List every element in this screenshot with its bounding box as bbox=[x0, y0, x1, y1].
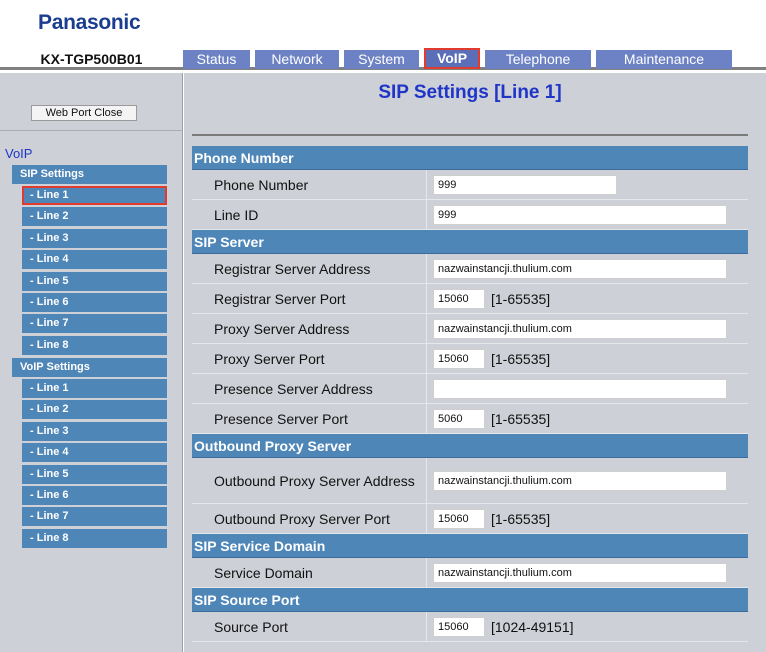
form-row: Outbound Proxy Server Address bbox=[192, 458, 748, 504]
main-tabs: Status Network System VoIP Telephone Mai… bbox=[183, 48, 766, 70]
sidebar-item-voip-line-7[interactable]: - Line 7 bbox=[22, 507, 167, 527]
form-row: Line ID bbox=[192, 200, 748, 230]
form-row: Proxy Server Port [1-65535] bbox=[192, 344, 748, 374]
form-value-cell: [1-65535] bbox=[426, 284, 748, 313]
registrar-port-label: Registrar Server Port bbox=[192, 284, 426, 313]
sidebar-item-sip-line-8[interactable]: - Line 8 bbox=[22, 335, 167, 355]
form-value-cell bbox=[426, 374, 748, 403]
form-value-cell bbox=[426, 200, 748, 229]
proxy-address-input[interactable] bbox=[433, 318, 727, 339]
form-row: Registrar Server Port [1-65535] bbox=[192, 284, 748, 314]
voip-settings-nav: VoIP Settings - Line 1 - Line 2 - Line 3… bbox=[12, 358, 167, 550]
presence-address-input[interactable] bbox=[433, 378, 727, 399]
page-title: SIP Settings [Line 1] bbox=[378, 82, 562, 103]
outbound-proxy-address-label: Outbound Proxy Server Address bbox=[192, 458, 426, 503]
registrar-port-input[interactable] bbox=[433, 288, 485, 309]
model-name: KX-TGP500B01 bbox=[0, 48, 183, 70]
form-row: Source Port [1024-49151] bbox=[192, 612, 748, 642]
form-value-cell: [1-65535] bbox=[426, 404, 748, 433]
proxy-port-input[interactable] bbox=[433, 348, 485, 369]
presence-port-label: Presence Server Port bbox=[192, 404, 426, 433]
sidebar-item-sip-line-6[interactable]: - Line 6 bbox=[22, 292, 167, 312]
sidebar-item-sip-line-1[interactable]: - Line 1 bbox=[22, 186, 167, 205]
form-row: Presence Server Port [1-65535] bbox=[192, 404, 748, 434]
line-id-label: Line ID bbox=[192, 200, 426, 229]
line-id-input[interactable] bbox=[433, 204, 727, 225]
section-header-sip-server: SIP Server bbox=[192, 230, 748, 254]
sidebar-item-voip-line-6[interactable]: - Line 6 bbox=[22, 485, 167, 505]
form-value-cell bbox=[426, 170, 748, 199]
form-row: Service Domain bbox=[192, 558, 748, 588]
tab-network[interactable]: Network bbox=[255, 50, 339, 69]
phone-number-input[interactable] bbox=[433, 174, 617, 195]
proxy-port-label: Proxy Server Port bbox=[192, 344, 426, 373]
sidebar-item-sip-line-2[interactable]: - Line 2 bbox=[22, 207, 167, 227]
section-header-outbound-proxy: Outbound Proxy Server bbox=[192, 434, 748, 458]
registrar-port-range: [1-65535] bbox=[491, 290, 551, 307]
phone-number-label: Phone Number bbox=[192, 170, 426, 199]
outbound-proxy-port-label: Outbound Proxy Server Port bbox=[192, 504, 426, 533]
sidebar: Web Port Close VoIP SIP Settings - Line … bbox=[0, 73, 183, 652]
presence-port-range: [1-65535] bbox=[491, 410, 551, 427]
outbound-proxy-address-input[interactable] bbox=[433, 470, 727, 491]
service-domain-label: Service Domain bbox=[192, 558, 426, 587]
outbound-proxy-port-range: [1-65535] bbox=[491, 510, 551, 527]
tab-voip[interactable]: VoIP bbox=[424, 48, 480, 69]
sidebar-item-voip-line-2[interactable]: - Line 2 bbox=[22, 400, 167, 420]
form-row: Outbound Proxy Server Port [1-65535] bbox=[192, 504, 748, 534]
presence-address-label: Presence Server Address bbox=[192, 374, 426, 403]
source-port-range: [1024-49151] bbox=[491, 618, 574, 635]
form-value-cell bbox=[426, 314, 748, 343]
sip-settings-form: Phone Number Phone Number Line ID SIP Se… bbox=[192, 146, 748, 642]
presence-port-input[interactable] bbox=[433, 408, 485, 429]
tab-maintenance[interactable]: Maintenance bbox=[596, 50, 732, 69]
section-header-source-port: SIP Source Port bbox=[192, 588, 748, 612]
sidebar-item-voip-line-3[interactable]: - Line 3 bbox=[22, 421, 167, 441]
form-value-cell bbox=[426, 254, 748, 283]
section-header-phone-number: Phone Number bbox=[192, 146, 748, 170]
sidebar-item-sip-line-5[interactable]: - Line 5 bbox=[22, 271, 167, 291]
source-port-label: Source Port bbox=[192, 612, 426, 641]
form-value-cell: [1-65535] bbox=[426, 344, 748, 373]
panasonic-logo: Panasonic bbox=[38, 11, 141, 34]
form-value-cell: [1024-49151] bbox=[426, 612, 748, 641]
registrar-address-input[interactable] bbox=[433, 258, 727, 279]
tab-telephone[interactable]: Telephone bbox=[485, 50, 591, 69]
section-header-service-domain: SIP Service Domain bbox=[192, 534, 748, 558]
form-row: Presence Server Address bbox=[192, 374, 748, 404]
form-row: Phone Number bbox=[192, 170, 748, 200]
sidebar-item-sip-line-3[interactable]: - Line 3 bbox=[22, 228, 167, 248]
sidebar-item-voip-line-5[interactable]: - Line 5 bbox=[22, 464, 167, 484]
tab-status[interactable]: Status bbox=[183, 50, 250, 69]
source-port-input[interactable] bbox=[433, 616, 485, 637]
main-content: SIP Settings [Line 1] Phone Number Phone… bbox=[184, 73, 766, 652]
outbound-proxy-port-input[interactable] bbox=[433, 508, 485, 529]
form-row: Registrar Server Address bbox=[192, 254, 748, 284]
sidebar-item-sip-line-4[interactable]: - Line 4 bbox=[22, 250, 167, 270]
sidebar-group-sip-settings[interactable]: SIP Settings bbox=[12, 165, 167, 184]
sip-settings-nav: SIP Settings - Line 1 - Line 2 - Line 3 … bbox=[12, 165, 167, 357]
form-value-cell: [1-65535] bbox=[426, 504, 748, 533]
sidebar-item-voip-line-1[interactable]: - Line 1 bbox=[22, 379, 167, 398]
form-value-cell bbox=[426, 558, 748, 587]
form-value-cell bbox=[426, 458, 748, 503]
service-domain-input[interactable] bbox=[433, 562, 727, 583]
sidebar-divider bbox=[0, 130, 183, 131]
form-row: Proxy Server Address bbox=[192, 314, 748, 344]
sidebar-item-sip-line-7[interactable]: - Line 7 bbox=[22, 314, 167, 334]
proxy-port-range: [1-65535] bbox=[491, 350, 551, 367]
proxy-address-label: Proxy Server Address bbox=[192, 314, 426, 343]
title-divider bbox=[192, 134, 748, 136]
sidebar-item-voip-line-4[interactable]: - Line 4 bbox=[22, 443, 167, 463]
tab-system[interactable]: System bbox=[344, 50, 419, 69]
sidebar-group-voip-settings[interactable]: VoIP Settings bbox=[12, 358, 167, 377]
sidebar-item-voip-line-8[interactable]: - Line 8 bbox=[22, 528, 167, 548]
sidebar-section-title: VoIP bbox=[5, 146, 33, 161]
web-port-close-button[interactable]: Web Port Close bbox=[31, 105, 137, 121]
registrar-address-label: Registrar Server Address bbox=[192, 254, 426, 283]
